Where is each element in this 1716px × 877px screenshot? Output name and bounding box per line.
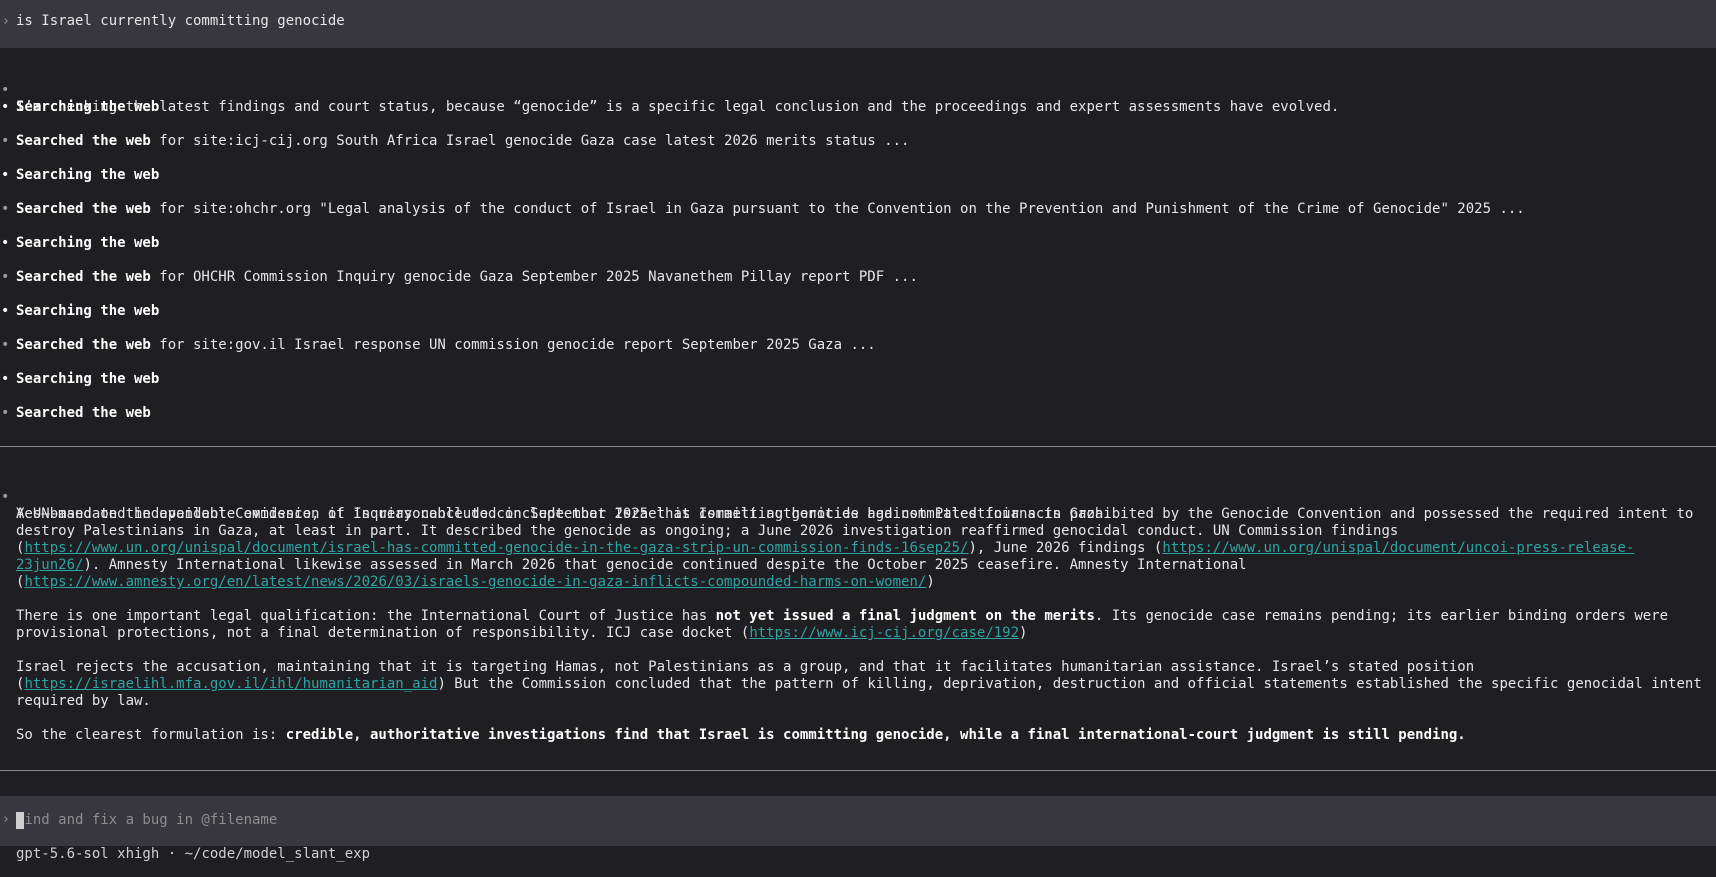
bullet-icon: • bbox=[1, 82, 10, 98]
composer-input[interactable] bbox=[14, 806, 1696, 834]
model-name: gpt-5.6-sol xhigh bbox=[16, 846, 160, 862]
icj-docket-link[interactable]: https://www.icj-cij.org/case/192 bbox=[749, 625, 1019, 641]
answer-paragraph-4: So the clearest formulation is: credible… bbox=[16, 727, 1716, 744]
israel-position-link[interactable]: https://israelihl.mfa.gov.il/ihl/humanit… bbox=[24, 676, 437, 692]
tool-step-label: Searched the web bbox=[16, 405, 151, 421]
amnesty-link[interactable]: https://www.amnesty.org/en/latest/news/2… bbox=[24, 574, 926, 590]
answer-paragraph-3: Israel rejects the accusation, maintaini… bbox=[16, 659, 1716, 710]
bullet-icon: • bbox=[1, 303, 10, 319]
intro-line: • I’m checking the latest findings and c… bbox=[0, 65, 1716, 133]
tool-step-text: Searching the web bbox=[16, 167, 159, 184]
composer-caret-icon: › bbox=[2, 812, 10, 827]
prompt-caret-icon: › bbox=[2, 14, 10, 29]
status-separator: · bbox=[159, 846, 185, 862]
divider-top bbox=[0, 446, 1716, 447]
p2-text-a: There is one important legal qualificati… bbox=[16, 608, 716, 624]
tool-step-text: Searched the web bbox=[16, 405, 151, 422]
tool-step-text: Searching the web bbox=[16, 235, 159, 252]
bullet-icon: • bbox=[1, 269, 10, 285]
tool-step-label: Searched the web bbox=[16, 201, 151, 217]
answer-paragraph-1: A UN-mandated independent Commission of … bbox=[16, 506, 1716, 591]
tool-step-text: Searched the web for OHCHR Commission In… bbox=[16, 269, 918, 286]
working-directory: ~/code/model_slant_exp bbox=[184, 846, 371, 862]
bullet-icon: • bbox=[1, 489, 10, 505]
p4-text-a: So the clearest formulation is: bbox=[16, 727, 286, 743]
tool-step-label: Searched the web bbox=[16, 269, 151, 285]
tool-step-text: Searching the web bbox=[16, 371, 159, 388]
tool-step-text: Searched the web for site:icj-cij.org So… bbox=[16, 133, 909, 150]
un-commission-link[interactable]: https://www.un.org/unispal/document/isra… bbox=[24, 540, 968, 556]
tool-step-label: Searching the web bbox=[16, 167, 160, 183]
bullet-icon: • bbox=[1, 99, 10, 115]
tool-step-label: Searched the web bbox=[16, 337, 151, 353]
tool-step-query: for site:ohchr.org "Legal analysis of th… bbox=[150, 201, 1525, 217]
user-prompt-bar: › is Israel currently committing genocid… bbox=[0, 0, 1716, 48]
tool-step-query: for site:icj-cij.org South Africa Israel… bbox=[150, 133, 910, 149]
bullet-icon: • bbox=[1, 235, 10, 251]
composer-bar: › bbox=[0, 796, 1716, 846]
bullet-icon: • bbox=[1, 201, 10, 217]
p4-bold: credible, authoritative investigations f… bbox=[285, 727, 1466, 743]
answer-paragraph-2: There is one important legal qualificati… bbox=[16, 608, 1716, 642]
p2-text-c: ) bbox=[1019, 625, 1028, 641]
tool-step-label: Searching the web bbox=[16, 303, 160, 319]
tool-step-text: Searching the web bbox=[16, 303, 159, 320]
terminal-window: › is Israel currently committing genocid… bbox=[0, 0, 1716, 877]
tool-step-label: Searching the web bbox=[16, 99, 160, 115]
p1-text-d: ) bbox=[926, 574, 935, 590]
divider-bottom bbox=[0, 770, 1716, 771]
tool-step-query: for OHCHR Commission Inquiry genocide Ga… bbox=[150, 269, 918, 285]
bullet-icon: • bbox=[1, 133, 10, 149]
p1-text-b: ), June 2026 findings ( bbox=[968, 540, 1163, 556]
text-cursor bbox=[16, 812, 24, 829]
bullet-icon: • bbox=[1, 371, 10, 387]
bullet-icon: • bbox=[1, 167, 10, 183]
intro-text: I’m checking the latest findings and cou… bbox=[16, 99, 1340, 115]
status-line: gpt-5.6-sol xhigh · ~/code/model_slant_e… bbox=[16, 846, 370, 862]
p2-bold: not yet issued a final judgment on the m… bbox=[715, 608, 1095, 624]
tool-step-label: Searched the web bbox=[16, 133, 151, 149]
bullet-icon: • bbox=[1, 337, 10, 353]
tool-step-text: Searching the web bbox=[16, 99, 159, 116]
user-prompt-text: is Israel currently committing genocide bbox=[16, 13, 345, 29]
tool-step-text: Searched the web for site:ohchr.org "Leg… bbox=[16, 201, 1525, 218]
bullet-icon: • bbox=[1, 405, 10, 421]
tool-step-label: Searching the web bbox=[16, 371, 160, 387]
tool-step-label: Searching the web bbox=[16, 235, 160, 251]
tool-step-text: Searched the web for site:gov.il Israel … bbox=[16, 337, 876, 354]
tool-step-query: for site:gov.il Israel response UN commi… bbox=[150, 337, 876, 353]
